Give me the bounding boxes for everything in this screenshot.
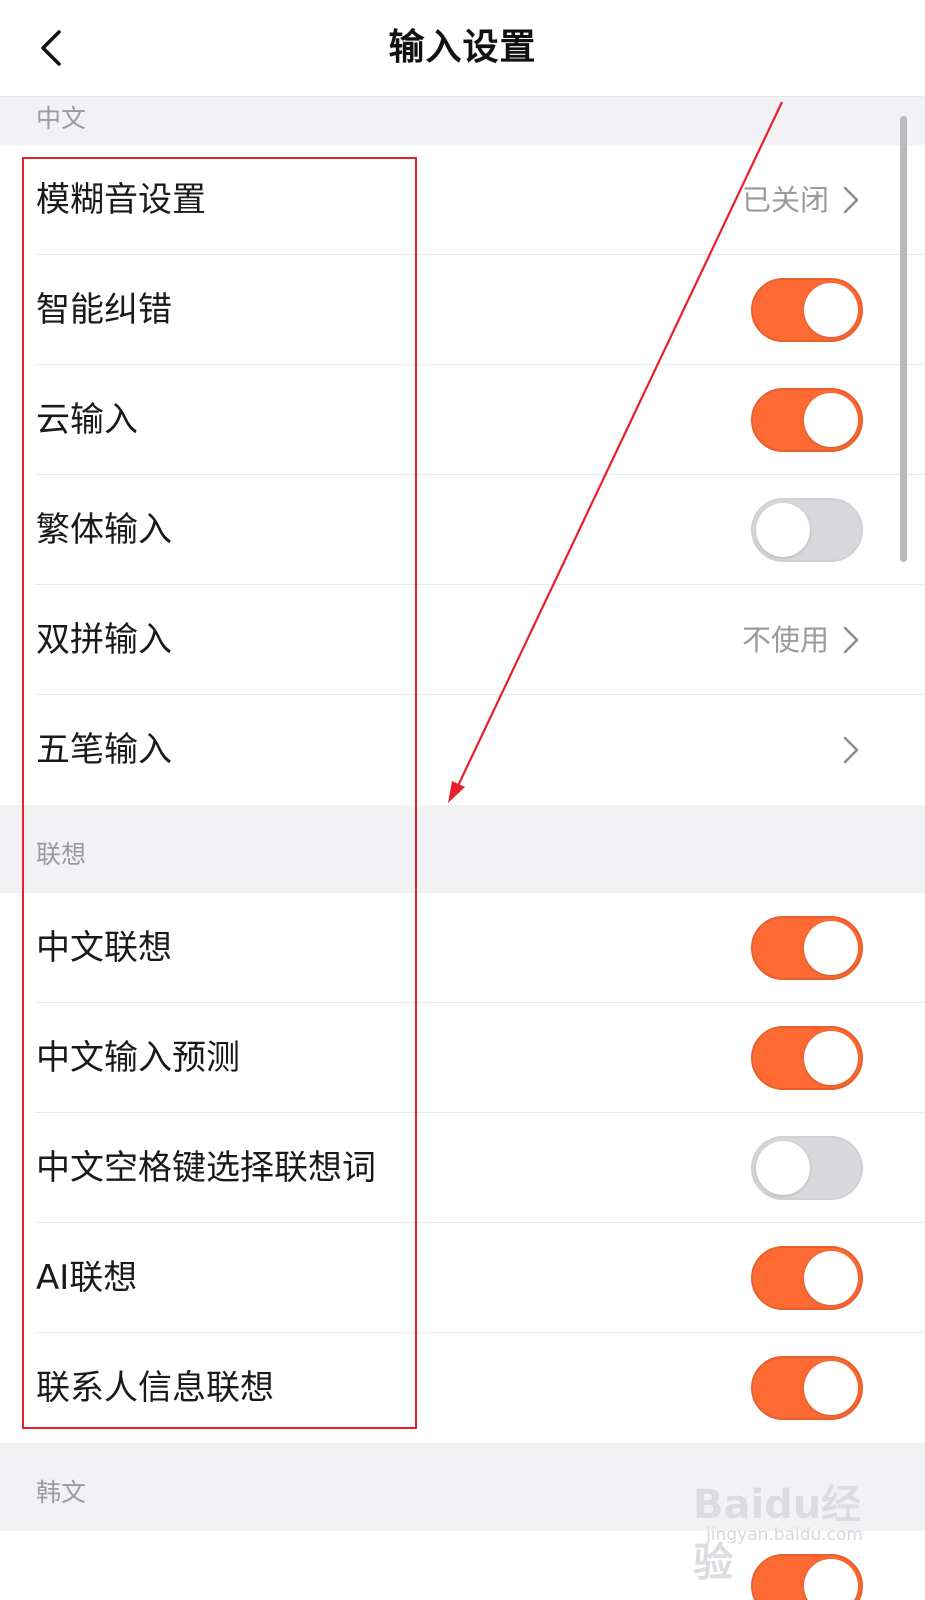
toggle-knob: [804, 1251, 858, 1305]
row-space-select-association: 中文空格键选择联想词: [0, 1113, 925, 1223]
chevron-right-icon: [843, 626, 859, 654]
toggle-knob: [804, 1559, 858, 1600]
row-label: 模糊音设置: [36, 180, 206, 220]
row-korean-partial: [0, 1531, 925, 1600]
toggle-switch[interactable]: [751, 278, 863, 342]
row-label: AI联想: [36, 1258, 138, 1298]
section-header-chinese: 中文: [0, 97, 925, 145]
row-label: 五笔输入: [36, 730, 172, 770]
toggle-knob: [804, 1031, 858, 1085]
row-traditional-input: 繁体输入: [0, 475, 925, 585]
row-label: 中文空格键选择联想词: [36, 1148, 376, 1188]
scrollbar[interactable]: [900, 116, 907, 562]
chevron-right-icon: [843, 736, 859, 764]
toggle-switch[interactable]: [751, 1026, 863, 1090]
row-fuzzy-pinyin[interactable]: 模糊音设置 已关闭: [0, 145, 925, 255]
row-label: 智能纠错: [36, 290, 172, 330]
row-wubi-input[interactable]: 五笔输入: [0, 695, 925, 805]
toggle-knob: [804, 921, 858, 975]
section-header-association: 联想: [0, 805, 925, 893]
row-label: 联系人信息联想: [36, 1368, 274, 1408]
row-ai-association: AI联想: [0, 1223, 925, 1333]
row-label: 繁体输入: [36, 510, 172, 550]
row-label: 双拼输入: [36, 620, 172, 660]
nav-bar: 输入设置: [0, 0, 925, 97]
toggle-knob: [756, 503, 810, 557]
toggle-switch[interactable]: [751, 1554, 863, 1600]
toggle-switch[interactable]: [751, 388, 863, 452]
section-header-label: 联想: [36, 840, 87, 869]
row-chinese-association: 中文联想: [0, 893, 925, 1003]
chevron-right-icon: [843, 186, 859, 214]
toggle-knob: [804, 283, 858, 337]
row-value: 已关闭: [741, 183, 829, 217]
toggle-knob: [804, 1361, 858, 1415]
toggle-switch[interactable]: [751, 1136, 863, 1200]
row-label: 云输入: [36, 400, 138, 440]
row-cloud-input: 云输入: [0, 365, 925, 475]
row-value: 不使用: [741, 623, 829, 657]
row-smart-correction: 智能纠错: [0, 255, 925, 365]
section-header-label: 韩文: [36, 1478, 87, 1507]
toggle-switch[interactable]: [751, 498, 863, 562]
section-header-korean: 韩文: [0, 1443, 925, 1531]
row-shuangpin-input[interactable]: 双拼输入 不使用: [0, 585, 925, 695]
row-label: 中文联想: [36, 928, 172, 968]
page-title: 输入设置: [388, 27, 537, 68]
toggle-knob: [756, 1141, 810, 1195]
toggle-switch[interactable]: [751, 1356, 863, 1420]
section-header-label: 中文: [36, 104, 87, 133]
toggle-switch[interactable]: [751, 1246, 863, 1310]
row-contact-association: 联系人信息联想: [0, 1333, 925, 1443]
toggle-switch[interactable]: [751, 916, 863, 980]
row-chinese-prediction: 中文输入预测: [0, 1003, 925, 1113]
row-label: 中文输入预测: [36, 1038, 240, 1078]
toggle-knob: [804, 393, 858, 447]
